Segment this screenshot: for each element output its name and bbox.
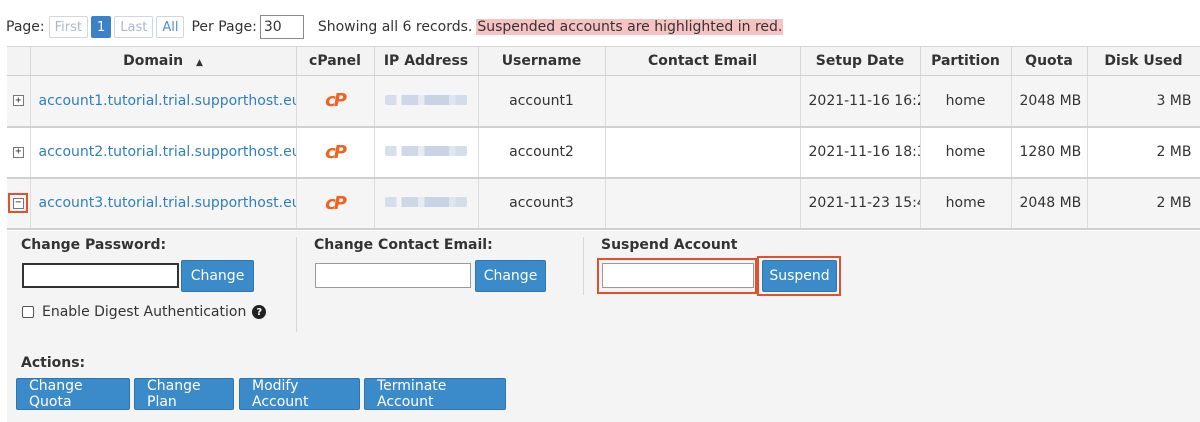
digest-auth-option[interactable]: Enable Digest Authentication ? bbox=[22, 304, 267, 320]
first-page-button[interactable]: First bbox=[48, 16, 88, 38]
expand-cell: + bbox=[7, 75, 31, 128]
sort-asc-icon: ▲ bbox=[196, 58, 203, 68]
disk-used-cell: 3 MB bbox=[1087, 75, 1200, 128]
section-divider bbox=[583, 237, 584, 295]
digest-auth-checkbox[interactable] bbox=[22, 306, 34, 318]
accounts-table: Domain ▲ cPanel IP Address Username Cont… bbox=[7, 46, 1200, 230]
contact-email-cell bbox=[605, 177, 801, 230]
quota-cell: 1280 MB bbox=[1011, 126, 1088, 179]
ip-address-cell bbox=[374, 177, 479, 230]
username-cell: account3 bbox=[478, 177, 606, 230]
change-password-button[interactable]: Change bbox=[181, 260, 254, 292]
column-header-label: Domain bbox=[123, 53, 184, 69]
expand-toggle[interactable]: + bbox=[8, 142, 28, 162]
pagination-bar: Page: First 1 Last All Per Page: Showing… bbox=[0, 14, 784, 40]
ip-address-blurred bbox=[385, 197, 467, 207]
table-row: − account3.tutorial.trial.supporthost.eu… bbox=[7, 177, 1200, 230]
cpanel-cell: cP bbox=[296, 177, 375, 230]
domain-link[interactable]: account1.tutorial.trial.supporthost.eu bbox=[30, 75, 297, 128]
ip-address-blurred bbox=[385, 94, 467, 105]
expand-plus-icon: + bbox=[12, 146, 24, 158]
table-header-row: Domain ▲ cPanel IP Address Username Cont… bbox=[7, 46, 1200, 76]
section-divider bbox=[296, 237, 297, 332]
username-cell: account2 bbox=[478, 126, 606, 179]
digest-auth-label: Enable Digest Authentication bbox=[42, 304, 247, 320]
terminate-account-button[interactable]: Terminate Account bbox=[364, 378, 506, 410]
collapse-toggle[interactable]: − bbox=[8, 193, 29, 213]
help-question-icon[interactable]: ? bbox=[252, 305, 267, 319]
column-header-partition[interactable]: Partition bbox=[920, 46, 1012, 76]
cpanel-logo-icon[interactable]: cP bbox=[325, 90, 347, 111]
table-row: + account2.tutorial.trial.supporthost.eu… bbox=[7, 126, 1200, 179]
per-page-label: Per Page: bbox=[191, 19, 257, 35]
ip-address-cell bbox=[374, 126, 479, 179]
column-header-disk-used[interactable]: Disk Used bbox=[1087, 46, 1200, 76]
current-page-button[interactable]: 1 bbox=[90, 16, 112, 38]
new-password-input[interactable] bbox=[22, 263, 179, 288]
partition-cell: home bbox=[920, 126, 1012, 179]
domain-link[interactable]: account2.tutorial.trial.supporthost.eu bbox=[30, 126, 297, 179]
column-header-ip-address[interactable]: IP Address bbox=[374, 46, 479, 76]
cpanel-cell: cP bbox=[296, 75, 375, 128]
all-pages-button[interactable]: All bbox=[156, 16, 185, 38]
disk-used-cell: 2 MB bbox=[1087, 126, 1200, 179]
last-page-button[interactable]: Last bbox=[114, 16, 154, 38]
change-plan-button[interactable]: Change Plan bbox=[134, 378, 234, 410]
expand-column-header bbox=[7, 46, 31, 76]
setup-date-cell: 2021-11-16 16:28 bbox=[800, 75, 921, 128]
change-email-button[interactable]: Change bbox=[475, 260, 546, 292]
collapse-minus-icon: − bbox=[12, 197, 24, 209]
page-label: Page: bbox=[6, 19, 45, 35]
expand-toggle[interactable]: + bbox=[8, 91, 28, 111]
column-header-domain[interactable]: Domain ▲ bbox=[30, 46, 297, 76]
suspend-button-highlight bbox=[757, 256, 841, 296]
cpanel-cell: cP bbox=[296, 126, 375, 179]
partition-cell: home bbox=[920, 177, 1012, 230]
records-count-text: Showing all 6 records. bbox=[317, 19, 473, 35]
expand-plus-icon: + bbox=[12, 95, 24, 107]
change-quota-button[interactable]: Change Quota bbox=[16, 378, 130, 410]
domain-link[interactable]: account3.tutorial.trial.supporthost.eu bbox=[30, 177, 297, 230]
quota-cell: 2048 MB bbox=[1011, 177, 1088, 230]
ip-address-cell bbox=[374, 75, 479, 128]
setup-date-cell: 2021-11-23 15:44 bbox=[800, 177, 921, 230]
column-header-setup-date[interactable]: Setup Date bbox=[800, 46, 921, 76]
cpanel-logo-icon[interactable]: cP bbox=[325, 142, 347, 163]
column-header-username[interactable]: Username bbox=[478, 46, 606, 76]
change-email-title: Change Contact Email: bbox=[314, 237, 493, 253]
contact-email-cell bbox=[605, 75, 801, 128]
expand-cell: + bbox=[7, 126, 31, 179]
suspend-account-title: Suspend Account bbox=[601, 237, 738, 253]
column-header-contact-email[interactable]: Contact Email bbox=[605, 46, 801, 76]
column-header-quota[interactable]: Quota bbox=[1011, 46, 1088, 76]
setup-date-cell: 2021-11-16 18:38 bbox=[800, 126, 921, 179]
contact-email-cell bbox=[605, 126, 801, 179]
modify-account-button[interactable]: Modify Account bbox=[239, 378, 360, 410]
change-password-title: Change Password: bbox=[21, 237, 167, 253]
table-row: + account1.tutorial.trial.supporthost.eu… bbox=[7, 75, 1200, 128]
quota-cell: 2048 MB bbox=[1011, 75, 1088, 128]
column-header-cpanel[interactable]: cPanel bbox=[296, 46, 375, 76]
expand-cell: − bbox=[7, 177, 31, 230]
suspend-input-highlight bbox=[597, 258, 757, 294]
ip-address-blurred bbox=[385, 146, 467, 156]
username-cell: account1 bbox=[478, 75, 606, 128]
contact-email-input[interactable] bbox=[315, 263, 471, 288]
account-details-panel: Change Password: Change Enable Digest Au… bbox=[7, 231, 1200, 422]
partition-cell: home bbox=[920, 75, 1012, 128]
cpanel-logo-icon[interactable]: cP bbox=[325, 193, 347, 214]
per-page-input[interactable] bbox=[259, 15, 304, 39]
actions-title: Actions: bbox=[21, 355, 86, 371]
suspended-note: Suspended accounts are highlighted in re… bbox=[476, 19, 784, 35]
disk-used-cell: 2 MB bbox=[1087, 177, 1200, 230]
